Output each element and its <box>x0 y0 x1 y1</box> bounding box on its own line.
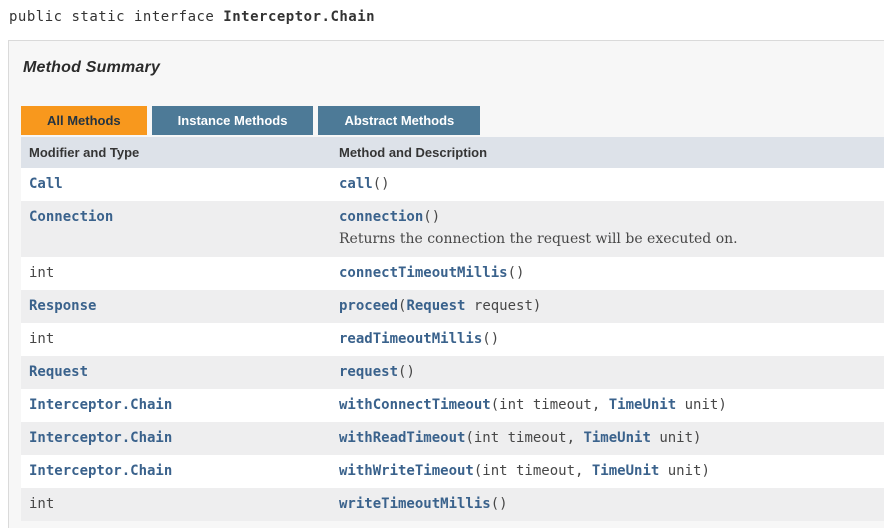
method-link[interactable]: Request <box>406 298 465 314</box>
method-link[interactable]: withConnectTimeout <box>339 397 491 413</box>
modifier-and-type-cell: Request <box>21 356 331 389</box>
modifier-and-type-cell: Interceptor.Chain <box>21 389 331 422</box>
method-link[interactable]: readTimeoutMillis <box>339 331 482 347</box>
table-row: Interceptor.Chain withConnectTimeout(int … <box>21 389 884 422</box>
modifier-and-type-cell: int <box>21 257 331 290</box>
type-text: int <box>29 265 54 281</box>
declaration-modifiers: public static interface <box>9 9 223 25</box>
type-link[interactable]: Response <box>29 298 96 314</box>
method-and-description-cell: withWriteTimeout(int timeout, TimeUnit u… <box>331 455 884 488</box>
table-row: Request request() <box>21 356 884 389</box>
type-link[interactable]: Interceptor.Chain <box>29 430 172 446</box>
class-declaration: public static interface Interceptor.Chai… <box>0 0 884 25</box>
method-link[interactable]: withReadTimeout <box>339 430 465 446</box>
tab-abstract-methods[interactable]: Abstract Methods <box>318 106 480 135</box>
signature-text: () <box>508 265 525 281</box>
column-header-method-and-description: Method and Description <box>331 137 884 168</box>
signature-text: () <box>398 364 415 380</box>
table-row: Call call() <box>21 168 884 201</box>
table-row: Connection connection() Returns the connec… <box>21 201 884 257</box>
tab-all-methods[interactable]: All Methods <box>21 106 147 135</box>
type-text: int <box>29 331 54 347</box>
modifier-and-type-cell: Interceptor.Chain <box>21 422 331 455</box>
table-row: int writeTimeoutMillis() <box>21 488 884 521</box>
type-link[interactable]: Request <box>29 364 88 380</box>
method-summary-table: Modifier and Type Method and Description… <box>21 137 884 521</box>
method-and-description-cell: proceed(Request request) <box>331 290 884 323</box>
method-filter-tabs: All MethodsInstance MethodsAbstract Meth… <box>21 106 884 135</box>
type-text: int <box>29 496 54 512</box>
modifier-and-type-cell: Call <box>21 168 331 201</box>
method-link[interactable]: TimeUnit <box>609 397 676 413</box>
signature-text: unit) <box>676 397 727 413</box>
method-link[interactable]: call <box>339 176 373 192</box>
method-and-description-cell: writeTimeoutMillis() <box>331 488 884 521</box>
modifier-and-type-cell: Response <box>21 290 331 323</box>
signature-text: () <box>373 176 390 192</box>
modifier-and-type-cell: Connection <box>21 201 331 257</box>
method-description: Returns the connection the request will … <box>339 230 880 248</box>
table-row: int connectTimeoutMillis() <box>21 257 884 290</box>
method-link[interactable]: connectTimeoutMillis <box>339 265 508 281</box>
table-row: Interceptor.Chain withWriteTimeout(int ti… <box>21 455 884 488</box>
modifier-and-type-cell: Interceptor.Chain <box>21 455 331 488</box>
type-link[interactable]: Call <box>29 176 63 192</box>
table-header-row: Modifier and Type Method and Description <box>21 137 884 168</box>
table-row: Response proceed(Request request) <box>21 290 884 323</box>
method-and-description-cell: withConnectTimeout(int timeout, TimeUnit… <box>331 389 884 422</box>
modifier-and-type-cell: int <box>21 488 331 521</box>
signature-text: request) <box>465 298 541 314</box>
signature-text: (int timeout, <box>465 430 583 446</box>
signature-text: (int timeout, <box>491 397 609 413</box>
method-link[interactable]: TimeUnit <box>583 430 650 446</box>
column-header-modifier-and-type: Modifier and Type <box>21 137 331 168</box>
type-link[interactable]: Connection <box>29 209 113 225</box>
declaration-class-name: Interceptor.Chain <box>223 9 375 25</box>
table-row: int readTimeoutMillis() <box>21 323 884 356</box>
method-link[interactable]: withWriteTimeout <box>339 463 474 479</box>
signature-text: () <box>482 331 499 347</box>
method-and-description-cell: call() <box>331 168 884 201</box>
method-link[interactable]: TimeUnit <box>592 463 659 479</box>
method-link[interactable]: request <box>339 364 398 380</box>
type-link[interactable]: Interceptor.Chain <box>29 397 172 413</box>
table-row: Interceptor.Chain withReadTimeout(int tim… <box>21 422 884 455</box>
tab-instance-methods[interactable]: Instance Methods <box>152 106 314 135</box>
type-link[interactable]: Interceptor.Chain <box>29 463 172 479</box>
signature-text: () <box>491 496 508 512</box>
method-and-description-cell: readTimeoutMillis() <box>331 323 884 356</box>
signature-text: () <box>423 209 440 225</box>
signature-text: unit) <box>651 430 702 446</box>
method-link[interactable]: proceed <box>339 298 398 314</box>
method-summary-panel: Method Summary All MethodsInstance Metho… <box>8 40 884 528</box>
method-and-description-cell: connection() Returns the connection the r… <box>331 201 884 257</box>
modifier-and-type-cell: int <box>21 323 331 356</box>
method-link[interactable]: connection <box>339 209 423 225</box>
signature-text: (int timeout, <box>474 463 592 479</box>
method-and-description-cell: request() <box>331 356 884 389</box>
method-and-description-cell: withReadTimeout(int timeout, TimeUnit un… <box>331 422 884 455</box>
section-title: Method Summary <box>23 59 884 77</box>
method-and-description-cell: connectTimeoutMillis() <box>331 257 884 290</box>
method-link[interactable]: writeTimeoutMillis <box>339 496 491 512</box>
signature-text: unit) <box>659 463 710 479</box>
